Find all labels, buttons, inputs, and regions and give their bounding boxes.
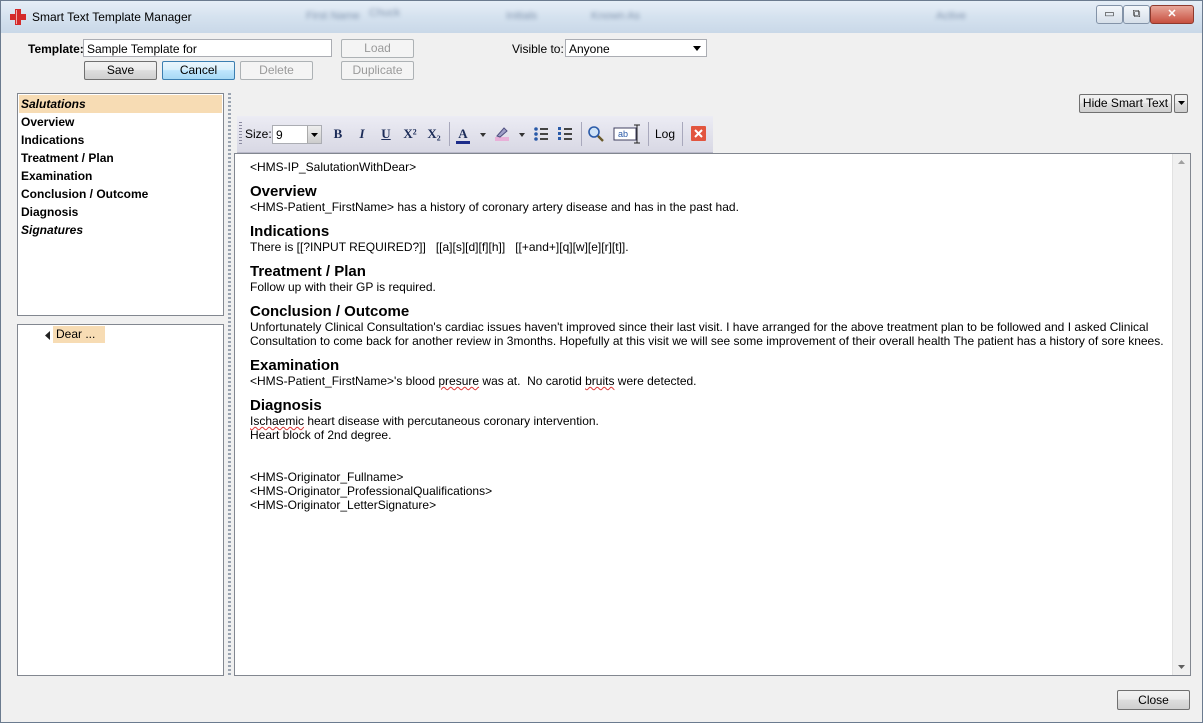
size-label: Size:	[245, 127, 272, 141]
close-button[interactable]: Close	[1117, 690, 1190, 710]
load-button[interactable]: Load	[341, 39, 414, 58]
search-icon[interactable]	[587, 125, 605, 143]
overview-heading: Overview	[250, 183, 317, 200]
hide-smart-text-dropdown[interactable]	[1174, 94, 1188, 113]
chevron-down-icon	[1178, 101, 1185, 105]
delete-button[interactable]: Delete	[240, 61, 313, 80]
font-size-select[interactable]: 9	[272, 125, 322, 144]
blurred-background-text: First Name Chuck Initials Known As Activ…	[306, 7, 966, 22]
chevron-down-icon[interactable]	[480, 133, 486, 137]
section-item-diagnosis[interactable]: Diagnosis	[21, 203, 78, 221]
window-title: Smart Text Template Manager	[32, 10, 192, 24]
signature-letter: <HMS-Originator_LetterSignature>	[250, 498, 437, 512]
superscript-button[interactable]: X²	[400, 125, 420, 143]
section-list: Salutations Overview Indications Treatme…	[17, 93, 224, 316]
section-item-treatment-plan[interactable]: Treatment / Plan	[21, 149, 114, 167]
highlight-color-icon[interactable]	[493, 125, 511, 143]
overview-text: <HMS-Patient_FirstName> has a history of…	[250, 200, 739, 214]
chevron-down-icon	[311, 133, 318, 137]
section-item-indications[interactable]: Indications	[21, 131, 84, 149]
examination-text: <HMS-Patient_FirstName>'s blood presure …	[250, 374, 697, 388]
document-editor[interactable]: <HMS-IP_SalutationWithDear> Overview <HM…	[234, 153, 1191, 676]
misspelled-word[interactable]: presure	[438, 374, 479, 388]
formatting-toolbar: Size: 9 B I U X² X₂ A ab Log	[237, 116, 713, 153]
visible-to-label: Visible to:	[512, 42, 564, 56]
scroll-down-icon[interactable]	[1178, 665, 1185, 669]
log-button[interactable]: Log	[653, 125, 677, 143]
chevron-down-icon[interactable]	[519, 133, 525, 137]
conclusion-heading: Conclusion / Outcome	[250, 303, 410, 320]
maximize-button[interactable]: ⧉	[1123, 5, 1150, 24]
section-item-salutations[interactable]: Salutations	[19, 95, 222, 113]
close-window-button[interactable]: ✕	[1150, 5, 1194, 24]
numbered-list-icon[interactable]	[557, 126, 573, 142]
tree-node-dear[interactable]: Dear ...	[53, 326, 106, 343]
chevron-down-icon	[693, 46, 701, 51]
diagnosis-line-2: Heart block of 2nd degree.	[250, 428, 392, 442]
bold-button[interactable]: B	[329, 125, 347, 143]
visible-to-select[interactable]: Anyone	[565, 39, 707, 57]
minimize-button[interactable]: ▭	[1096, 5, 1123, 24]
diagnosis-line-1: Ischaemic heart disease with percutaneou…	[250, 414, 599, 428]
misspelled-word[interactable]: bruits	[585, 374, 614, 388]
tree-collapse-icon[interactable]	[45, 331, 50, 340]
subscript-button[interactable]: X₂	[424, 125, 444, 143]
clear-formatting-icon[interactable]	[691, 126, 706, 141]
signature-qualifications: <HMS-Originator_ProfessionalQualificatio…	[250, 484, 493, 498]
smart-text-template-manager-window: Smart Text Template Manager First Name C…	[0, 0, 1203, 723]
toolbar-gripper[interactable]	[239, 122, 242, 146]
hide-smart-text-button[interactable]: Hide Smart Text	[1079, 94, 1172, 113]
salutation-line: <HMS-IP_SalutationWithDear>	[250, 160, 417, 174]
title-bar[interactable]: Smart Text Template Manager First Name C…	[1, 1, 1202, 33]
examination-heading: Examination	[250, 357, 340, 374]
save-button[interactable]: Save	[84, 61, 157, 80]
font-color-icon: A	[458, 126, 468, 141]
treatment-text: Follow up with their GP is required.	[250, 280, 436, 294]
section-item-conclusion-outcome[interactable]: Conclusion / Outcome	[21, 185, 148, 203]
conclusion-text: Unfortunately Clinical Consultation's ca…	[250, 320, 1164, 348]
text-field-icon[interactable]: ab	[613, 124, 643, 144]
section-item-examination[interactable]: Examination	[21, 167, 92, 185]
diagnosis-heading: Diagnosis	[250, 397, 322, 414]
italic-button[interactable]: I	[353, 125, 371, 143]
treatment-heading: Treatment / Plan	[250, 263, 366, 280]
vertical-scrollbar[interactable]	[1172, 154, 1190, 675]
smart-text-tree: Dear ...	[17, 324, 224, 676]
font-color-button[interactable]: A	[454, 125, 472, 144]
signature-fullname: <HMS-Originator_Fullname>	[250, 470, 404, 484]
section-item-signatures[interactable]: Signatures	[21, 221, 83, 239]
duplicate-button[interactable]: Duplicate	[341, 61, 414, 80]
svg-text:ab: ab	[618, 129, 628, 139]
document-content[interactable]: <HMS-IP_SalutationWithDear> Overview <HM…	[250, 160, 1170, 512]
section-item-overview[interactable]: Overview	[21, 113, 74, 131]
bullet-list-icon[interactable]	[533, 126, 549, 142]
visible-to-value: Anyone	[569, 42, 610, 56]
cancel-button[interactable]: Cancel	[162, 61, 235, 80]
underline-button[interactable]: U	[377, 125, 395, 143]
scroll-up-icon[interactable]	[1178, 160, 1185, 164]
indications-text: There is [[?INPUT REQUIRED?]] [[a][s][d]…	[250, 240, 629, 254]
font-size-value: 9	[276, 128, 283, 142]
template-name-input[interactable]: Sample Template for	[83, 39, 332, 57]
app-logo-icon	[10, 9, 26, 25]
splitter[interactable]	[228, 93, 231, 676]
template-label: Template:	[28, 42, 84, 56]
misspelled-word[interactable]: Ischaemic	[250, 414, 304, 428]
indications-heading: Indications	[250, 223, 330, 240]
